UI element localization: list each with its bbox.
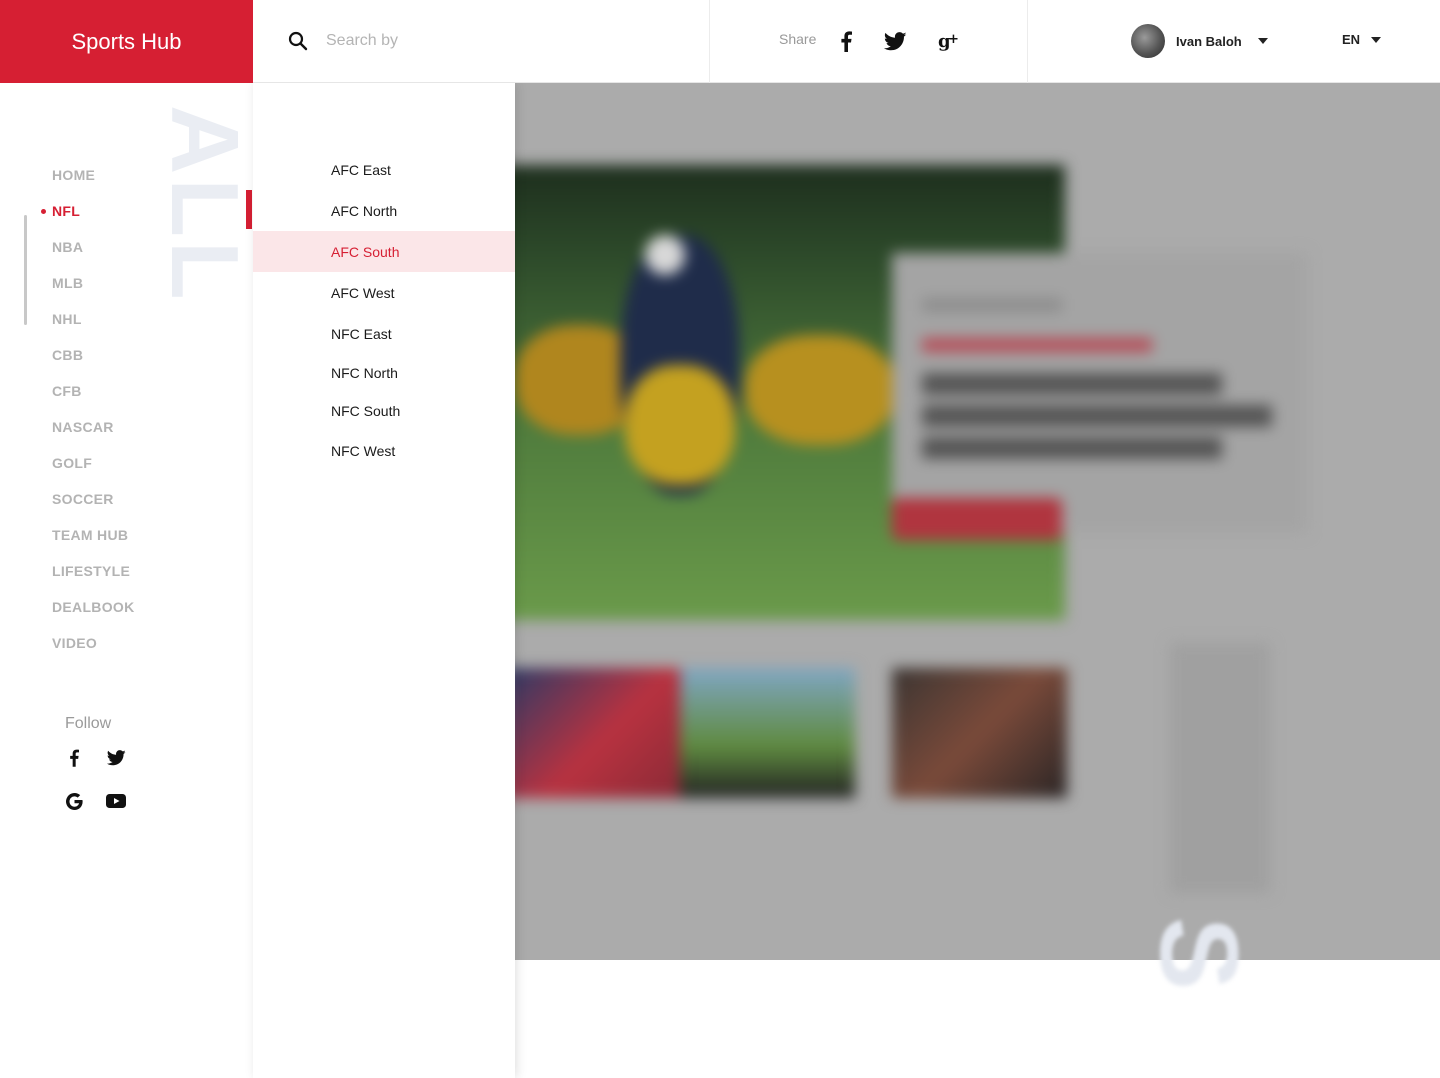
decorative-letter: S: [1137, 916, 1261, 991]
language-label[interactable]: EN: [1342, 32, 1360, 47]
submenu-item-afc-south[interactable]: AFC South: [253, 231, 515, 272]
language-selector[interactable]: EN: [1342, 32, 1382, 47]
thumbnail: [892, 668, 1067, 798]
submenu-item-nfc-north[interactable]: NFC North: [253, 354, 515, 392]
user-menu[interactable]: Ivan Baloh: [1131, 24, 1268, 58]
facebook-icon[interactable]: [840, 30, 852, 52]
submenu-item-afc-west[interactable]: AFC West: [253, 272, 515, 313]
sidebar-nav: HOME NFL NBA MLB NHL CBB CFB NASCAR GOLF SOCCER TE…: [41, 157, 135, 661]
sidebar-item-nfl[interactable]: NFL: [41, 193, 135, 229]
sidebar-item-home[interactable]: HOME: [52, 157, 135, 193]
avatar[interactable]: [1131, 24, 1165, 58]
search-input[interactable]: [326, 28, 666, 54]
chevron-down-icon[interactable]: [1371, 36, 1382, 43]
search-icon[interactable]: [288, 31, 308, 51]
vertical-word-text: ALL: [156, 105, 253, 304]
sidebar-item-video[interactable]: VIDEO: [52, 625, 135, 661]
user-name[interactable]: Ivan Baloh: [1176, 34, 1242, 49]
app-logo[interactable]: Sports Hub: [0, 0, 253, 83]
sidebar-scrollbar[interactable]: [24, 215, 27, 325]
sidebar-item-cfb[interactable]: CFB: [52, 373, 135, 409]
sidebar-item-soccer[interactable]: SOCCER: [52, 481, 135, 517]
twitter-icon[interactable]: [884, 30, 907, 52]
hero-card: [892, 253, 1307, 533]
submenu-list: AFC East AFC North AFC South AFC West NFC Ea…: [253, 149, 515, 471]
submenu-item-afc-east[interactable]: AFC East: [253, 149, 515, 190]
facebook-icon[interactable]: [64, 748, 84, 768]
thumbnail: [680, 668, 855, 798]
share-label: Share: [779, 31, 817, 47]
sidebar-item-nba[interactable]: NBA: [52, 229, 135, 265]
thumbnail: [515, 668, 680, 798]
submenu-item-nfc-south[interactable]: NFC South: [253, 392, 515, 430]
left-sidebar: ALL HOME NFL NBA MLB NHL CBB CFB NASCAR GOLF SOCC…: [0, 83, 253, 1078]
sidebar-item-mlb[interactable]: MLB: [52, 265, 135, 301]
nfl-submenu: AFC East AFC North AFC South AFC West NFC Ea…: [253, 83, 515, 1078]
blurred-sidebar: [1170, 643, 1270, 893]
sidebar-item-cbb[interactable]: CBB: [52, 337, 135, 373]
twitter-icon[interactable]: [106, 748, 126, 768]
google-icon[interactable]: [64, 791, 84, 811]
top-header: Sports Hub Share g+ Ivan Baloh: [0, 0, 1440, 83]
active-indicator: [246, 190, 252, 229]
svg-text:+: +: [948, 32, 959, 47]
search-bar: [253, 0, 710, 83]
blurred-content: [515, 83, 1440, 960]
follow-label: Follow: [65, 715, 112, 732]
share-section: Share g +: [710, 0, 1028, 83]
sidebar-item-dealbook[interactable]: DEALBOOK: [52, 589, 135, 625]
page: Sports Hub Share g+ Ivan Baloh: [0, 0, 1440, 1078]
sidebar-item-lifestyle[interactable]: LIFESTYLE: [52, 553, 135, 589]
sidebar-item-nhl[interactable]: NHL: [52, 301, 135, 337]
sidebar-item-team-hub[interactable]: TEAM HUB: [52, 517, 135, 553]
chevron-down-icon[interactable]: [1257, 38, 1268, 44]
sidebar-item-golf[interactable]: GOLF: [52, 445, 135, 481]
submenu-item-nfc-west[interactable]: NFC West: [253, 430, 515, 471]
page-footer-area: [515, 960, 1440, 1078]
submenu-item-nfc-east[interactable]: NFC East: [253, 313, 515, 354]
hero-card-button: [892, 498, 1062, 540]
google-plus-icon[interactable]: g +: [938, 30, 960, 52]
youtube-icon[interactable]: [106, 791, 126, 811]
background-overlay[interactable]: [515, 83, 1440, 960]
decorative-vertical-word: ALL: [156, 105, 253, 325]
submenu-item-afc-north[interactable]: AFC North: [253, 190, 515, 231]
app-title[interactable]: Sports Hub: [71, 29, 181, 55]
sidebar-item-nascar[interactable]: NASCAR: [52, 409, 135, 445]
